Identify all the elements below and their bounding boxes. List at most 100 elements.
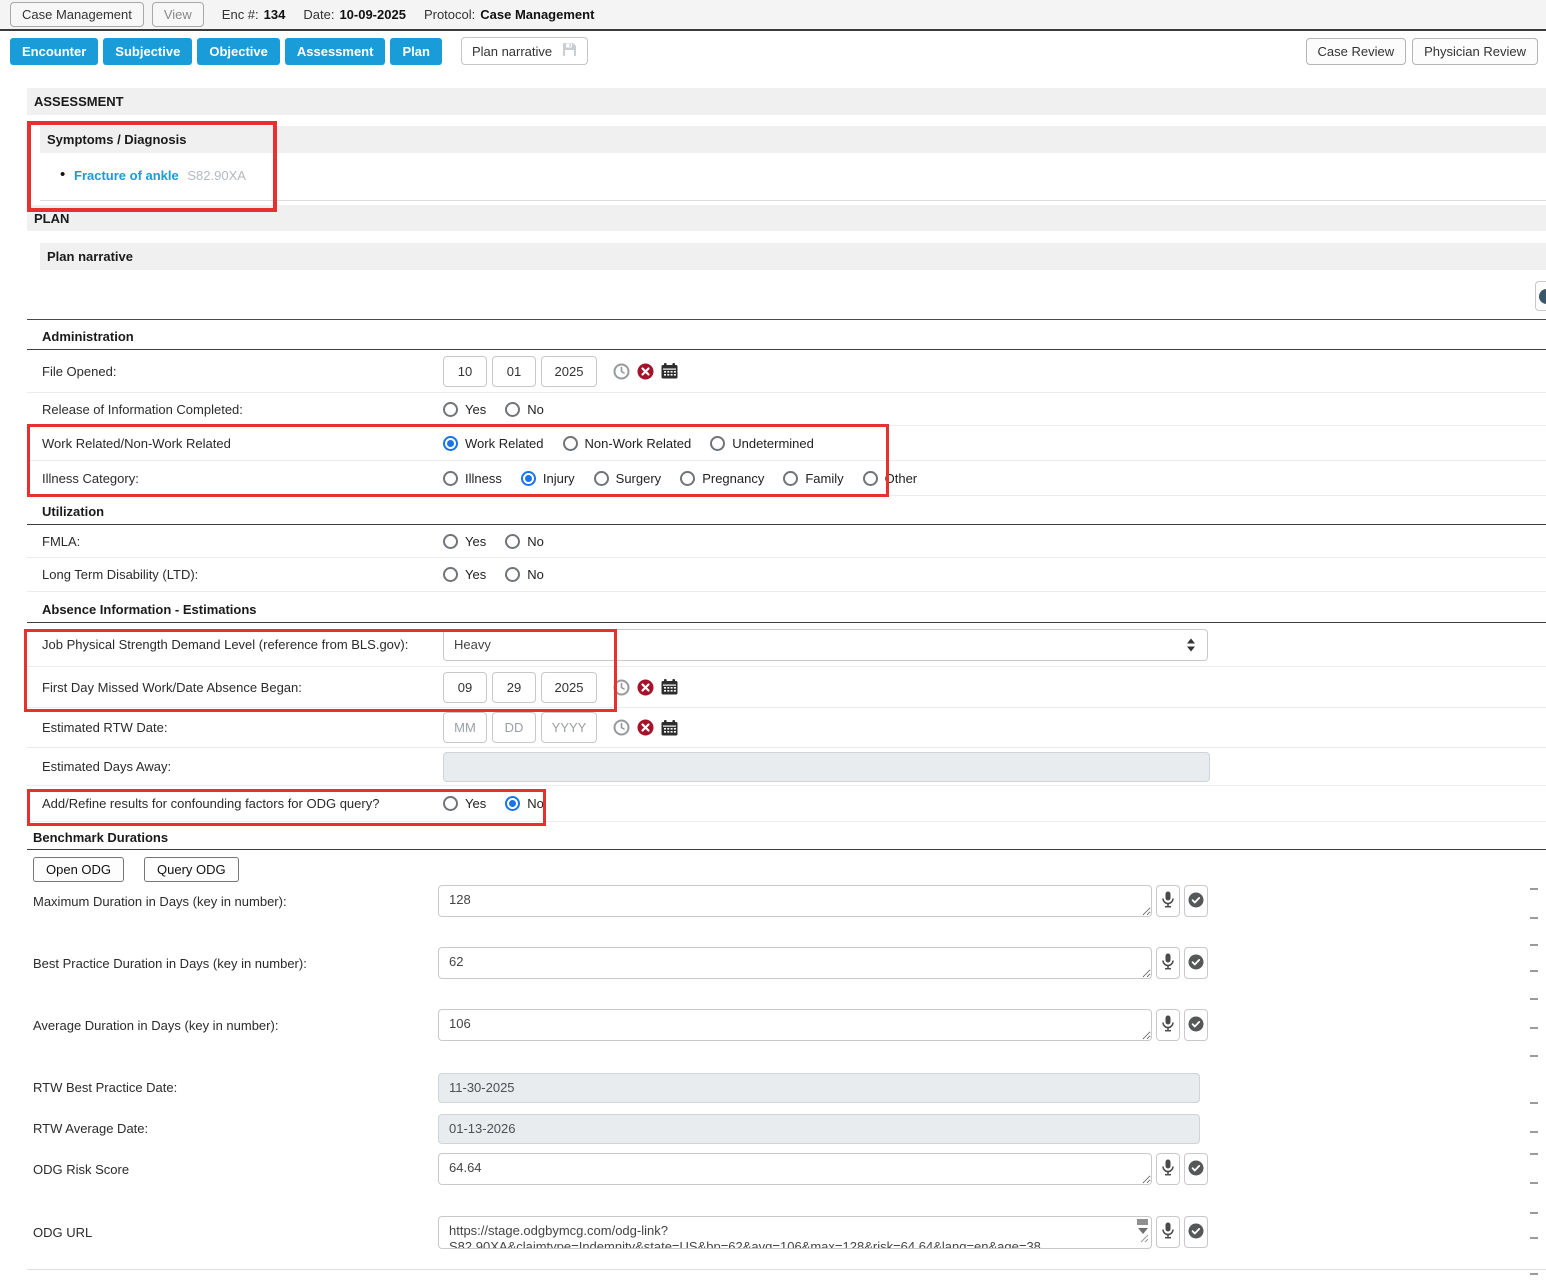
radio-icon[interactable] [505, 534, 520, 549]
check-icon [1188, 892, 1204, 911]
tab-objective[interactable]: Objective [197, 38, 280, 65]
confirm-button[interactable] [1184, 947, 1208, 979]
clock-icon[interactable] [613, 679, 630, 696]
tab-subjective[interactable]: Subjective [103, 38, 192, 65]
confirm-button[interactable] [1184, 1009, 1208, 1041]
radio-icon[interactable] [505, 567, 520, 582]
case-management-button[interactable]: Case Management [10, 2, 144, 27]
radio-option[interactable]: Pregnancy [680, 471, 764, 486]
enc-label: Enc #: [222, 7, 259, 22]
clear-date-icon[interactable] [637, 679, 654, 696]
estimated-rtw-year-input[interactable] [541, 712, 597, 743]
radio-option[interactable]: Work Related [443, 436, 544, 451]
estimated-rtw-day-input[interactable] [492, 712, 536, 743]
save-icon[interactable] [562, 42, 577, 60]
active-document-tab[interactable]: Plan narrative [461, 37, 588, 65]
file-opened-year-input[interactable] [541, 356, 597, 387]
radio-option-label: No [527, 402, 544, 417]
radio-icon[interactable] [594, 471, 609, 486]
best-practice-duration-textarea[interactable]: 62 [438, 947, 1152, 979]
radio-icon[interactable] [521, 471, 536, 486]
calendar-icon[interactable] [661, 679, 678, 695]
radio-option[interactable]: No [505, 567, 544, 582]
case-review-button[interactable]: Case Review [1306, 38, 1407, 65]
estimated-days-away-row: Estimated Days Away: [27, 748, 1546, 786]
calendar-icon[interactable] [661, 363, 678, 379]
radio-icon[interactable] [505, 796, 520, 811]
clipped-content-dash [1530, 970, 1538, 972]
radio-option-label: No [527, 534, 544, 549]
file-opened-month-input[interactable] [443, 356, 487, 387]
radio-icon[interactable] [563, 436, 578, 451]
tab-plan[interactable]: Plan [390, 38, 441, 65]
clock-icon[interactable] [613, 363, 630, 380]
utilization-header: Utilization [27, 496, 1546, 525]
radio-option[interactable]: Illness [443, 471, 502, 486]
first-day-month-input[interactable] [443, 672, 487, 703]
calendar-icon[interactable] [661, 720, 678, 736]
confirm-button[interactable] [1184, 885, 1208, 917]
odg-risk-score-textarea[interactable]: 64.64 [438, 1153, 1152, 1185]
radio-option[interactable]: Undetermined [710, 436, 814, 451]
radio-icon[interactable] [505, 402, 520, 417]
file-opened-day-input[interactable] [492, 356, 536, 387]
radio-option[interactable]: Yes [443, 796, 486, 811]
query-odg-button[interactable]: Query ODG [144, 857, 239, 882]
resize-grip-icon[interactable] [1140, 1231, 1149, 1247]
radio-option[interactable]: Family [783, 471, 843, 486]
tab-assessment[interactable]: Assessment [285, 38, 386, 65]
max-duration-row: Maximum Duration in Days (key in number)… [27, 885, 1546, 917]
radio-icon[interactable] [443, 436, 458, 451]
divider [27, 1269, 1546, 1270]
confirm-button[interactable] [1184, 1153, 1208, 1185]
radio-option[interactable]: Yes [443, 402, 486, 417]
radio-option[interactable]: Yes [443, 534, 486, 549]
physician-review-button[interactable]: Physician Review [1412, 38, 1538, 65]
radio-icon[interactable] [443, 402, 458, 417]
radio-option[interactable]: No [505, 796, 544, 811]
estimated-days-away-label: Estimated Days Away: [42, 759, 443, 774]
open-odg-button[interactable]: Open ODG [33, 857, 124, 882]
clipped-content-dash [1530, 944, 1538, 946]
first-day-year-input[interactable] [541, 672, 597, 703]
dictate-button[interactable] [1156, 885, 1180, 917]
symptoms-diagnosis-header: Symptoms / Diagnosis [40, 126, 1546, 153]
radio-icon[interactable] [443, 471, 458, 486]
clear-date-icon[interactable] [637, 363, 654, 380]
dictate-button[interactable] [1156, 1153, 1180, 1185]
radio-option[interactable]: No [505, 402, 544, 417]
max-duration-textarea[interactable]: 128 [438, 885, 1152, 917]
clipped-content-dash [1530, 1055, 1538, 1057]
clipped-button[interactable] [1535, 281, 1546, 311]
radio-icon[interactable] [680, 471, 695, 486]
radio-icon[interactable] [783, 471, 798, 486]
estimated-rtw-month-input[interactable] [443, 712, 487, 743]
average-duration-textarea[interactable]: 106 [438, 1009, 1152, 1041]
clear-date-icon[interactable] [637, 719, 654, 736]
radio-option[interactable]: Injury [521, 471, 575, 486]
dictate-button[interactable] [1156, 1009, 1180, 1041]
radio-option[interactable]: Surgery [594, 471, 662, 486]
radio-icon[interactable] [863, 471, 878, 486]
dictate-button[interactable] [1156, 947, 1180, 979]
radio-icon[interactable] [710, 436, 725, 451]
dictate-button[interactable] [1156, 1216, 1180, 1248]
radio-option-label: Non-Work Related [585, 436, 692, 451]
clock-icon[interactable] [613, 719, 630, 736]
confirm-button[interactable] [1184, 1216, 1208, 1248]
radio-icon[interactable] [443, 796, 458, 811]
radio-option[interactable]: Non-Work Related [563, 436, 692, 451]
radio-option[interactable]: Other [863, 471, 918, 486]
radio-icon[interactable] [443, 567, 458, 582]
scrollbar-thumb[interactable] [1137, 1219, 1148, 1225]
radio-option[interactable]: Yes [443, 567, 486, 582]
diagnosis-link[interactable]: Fracture of ankle [74, 168, 179, 183]
odg-url-textarea[interactable]: https://stage.odgbymcg.com/odg-link? S82… [438, 1216, 1152, 1249]
view-button[interactable]: View [152, 2, 204, 27]
first-day-day-input[interactable] [492, 672, 536, 703]
radio-icon[interactable] [443, 534, 458, 549]
check-icon [1188, 1016, 1204, 1035]
radio-option[interactable]: No [505, 534, 544, 549]
tab-encounter[interactable]: Encounter [10, 38, 98, 65]
job-strength-select[interactable]: Heavy [443, 629, 1208, 661]
